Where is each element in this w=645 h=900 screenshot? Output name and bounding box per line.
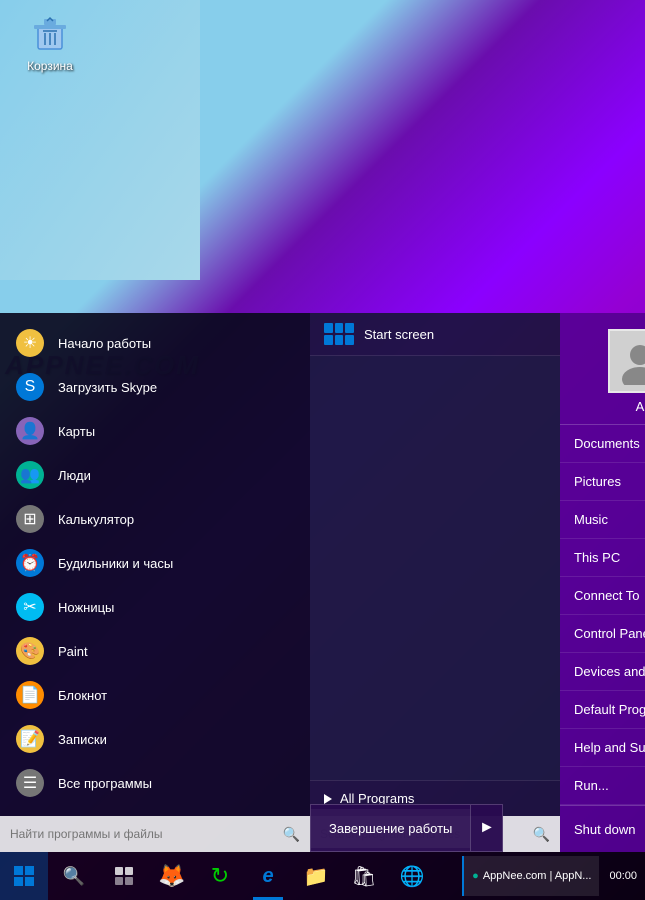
taskbar-system-tray: 00:00 xyxy=(601,870,645,882)
start-menu-middle: Start screen All Programs 🔍 xyxy=(310,313,560,852)
start-screen-content xyxy=(310,356,560,780)
taskbar-app-label: AppNee.com | AppN... xyxy=(483,870,592,882)
right-menu-item-run[interactable]: Run... xyxy=(560,767,645,805)
start-item-icon-stickynotes: 📝 xyxy=(16,725,44,753)
right-menu-label-devices-printers: Devices and Printers xyxy=(574,664,645,679)
start-item-label-scissors: Ножницы xyxy=(58,600,114,615)
start-item-allprograms[interactable]: ☰ Все программы xyxy=(0,761,310,805)
right-menu-item-this-pc[interactable]: This PC xyxy=(560,539,645,577)
right-menu-item-pictures[interactable]: Pictures xyxy=(560,463,645,501)
right-menu-item-default-programs[interactable]: Default Programs xyxy=(560,691,645,729)
right-menu-label-run: Run... xyxy=(574,778,609,793)
start-item-icon-notepad: 📄 xyxy=(16,681,44,709)
start-search-bar: 🔍 xyxy=(0,816,310,852)
start-item-icon-maps: 👤 xyxy=(16,417,44,445)
start-item-label-allprograms: Все программы xyxy=(58,776,152,791)
start-item-icon-paint: 🎨 xyxy=(16,637,44,665)
recycle-bin-icon[interactable]: Корзина xyxy=(15,15,85,73)
recycle-bin-label: Корзина xyxy=(27,59,73,73)
start-programs-list: ☀ Начало работы S Загрузить Skype 👤 Карт… xyxy=(0,313,310,816)
start-item-startup[interactable]: ☀ Начало работы xyxy=(0,321,310,365)
start-item-icon-allprograms: ☰ xyxy=(16,769,44,797)
all-programs-arrow-icon xyxy=(324,794,332,804)
right-menu-label-connect-to: Connect To xyxy=(574,588,640,603)
taskbar-task-view-button[interactable] xyxy=(100,852,148,900)
right-menu-label-pictures: Pictures xyxy=(574,474,621,489)
start-item-label-clock: Будильники и часы xyxy=(58,556,173,571)
taskbar-icon-firefox[interactable]: 🦊 xyxy=(148,852,196,900)
start-screen-label-text: Start screen xyxy=(364,327,434,342)
shutdown-popup-label[interactable]: Завершение работы xyxy=(311,809,470,848)
taskbar-start-button[interactable] xyxy=(0,852,48,900)
recycle-bin-image xyxy=(30,15,70,55)
start-item-label-people: Люди xyxy=(58,468,91,483)
start-screen-grid-icon xyxy=(324,323,354,345)
right-menu-item-connect-to[interactable]: Connect To xyxy=(560,577,645,615)
right-menu-item-control-panel[interactable]: Control Panel xyxy=(560,615,645,653)
start-menu: ☀ Начало работы S Загрузить Skype 👤 Карт… xyxy=(0,313,645,852)
right-menu-label-default-programs: Default Programs xyxy=(574,702,645,717)
taskbar-search-button[interactable]: 🔍 xyxy=(48,852,100,900)
user-name: A xyxy=(636,399,645,414)
start-item-label-paint: Paint xyxy=(58,644,88,659)
right-menu-item-music[interactable]: Music xyxy=(560,501,645,539)
right-menu-item-devices-printers[interactable]: Devices and Printers xyxy=(560,653,645,691)
start-item-people[interactable]: 👥 Люди xyxy=(0,453,310,497)
taskbar-icon-store[interactable]: 🛍 xyxy=(340,852,388,900)
start-screen-header[interactable]: Start screen xyxy=(310,313,560,356)
taskbar-icon-edge[interactable]: e xyxy=(244,852,292,900)
taskbar-icon-refresh[interactable]: ↻ xyxy=(196,852,244,900)
start-item-stickynotes[interactable]: 📝 Записки xyxy=(0,717,310,761)
start-item-icon-startup: ☀ xyxy=(16,329,44,357)
taskbar-icon-colorful[interactable]: 🌐 xyxy=(388,852,436,900)
right-menu-label-documents: Documents xyxy=(574,436,640,451)
start-item-icon-calc: ⊞ xyxy=(16,505,44,533)
start-menu-left: ☀ Начало работы S Загрузить Skype 👤 Карт… xyxy=(0,313,310,852)
shutdown-popup-arrow[interactable]: ► xyxy=(470,805,502,851)
right-menu-label-help-support: Help and Support xyxy=(574,740,645,755)
start-screen-area: Start screen All Programs 🔍 xyxy=(310,313,560,852)
start-item-skype[interactable]: S Загрузить Skype xyxy=(0,365,310,409)
start-item-maps[interactable]: 👤 Карты xyxy=(0,409,310,453)
right-menu-label-control-panel: Control Panel xyxy=(574,626,645,641)
start-item-label-skype: Загрузить Skype xyxy=(58,380,157,395)
taskbar: 🔍 🦊 ↻ e 📁 xyxy=(0,852,645,900)
start-item-notepad[interactable]: 📄 Блокнот xyxy=(0,673,310,717)
right-menu-label-music: Music xyxy=(574,512,608,527)
start-item-label-startup: Начало работы xyxy=(58,336,151,351)
start-item-icon-people: 👥 xyxy=(16,461,44,489)
start-item-icon-scissors: ✂ xyxy=(16,593,44,621)
start-item-paint[interactable]: 🎨 Paint xyxy=(0,629,310,673)
taskbar-pinned-icons: 🦊 ↻ e 📁 🛍 🌐 xyxy=(148,852,460,900)
taskbar-time: 00:00 xyxy=(609,870,637,882)
right-menu-item-documents[interactable]: Documents xyxy=(560,425,645,463)
taskbar-icon-file-explorer[interactable]: 📁 xyxy=(292,852,340,900)
start-item-icon-skype: S xyxy=(16,373,44,401)
start-item-label-stickynotes: Записки xyxy=(58,732,107,747)
start-search-icon: 🔍 xyxy=(283,826,300,843)
start-item-label-notepad: Блокнот xyxy=(58,688,107,703)
shutdown-button[interactable]: Shut down xyxy=(560,810,645,849)
start-menu-right: A Documents Pictures Music This PC Connect T… xyxy=(560,313,645,852)
start-item-scissors[interactable]: ✂ Ножницы xyxy=(0,585,310,629)
right-menu-list: Documents Pictures Music This PC Connect To C… xyxy=(560,425,645,805)
right-menu-label-this-pc: This PC xyxy=(574,550,620,565)
desktop: Корзина APPNEE.COM ☀ Начало работы S Заг… xyxy=(0,0,645,900)
avatar[interactable] xyxy=(608,329,645,393)
right-menu-item-help-support[interactable]: Help and Support xyxy=(560,729,645,767)
start-search-input[interactable] xyxy=(10,827,283,841)
shutdown-popup: Завершение работы ► xyxy=(310,804,503,852)
user-area: A xyxy=(560,313,645,425)
start-item-calc[interactable]: ⊞ Калькулятор xyxy=(0,497,310,541)
taskbar-app-button[interactable]: ● AppNee.com | AppN... xyxy=(462,856,599,896)
start-item-clock[interactable]: ⏰ Будильники и часы xyxy=(0,541,310,585)
shutdown-area: Shut down ► xyxy=(560,805,645,852)
start-item-icon-clock: ⏰ xyxy=(16,549,44,577)
middle-search-icon: 🔍 xyxy=(533,826,550,843)
start-item-label-calc: Калькулятор xyxy=(58,512,134,527)
start-item-label-maps: Карты xyxy=(58,424,95,439)
